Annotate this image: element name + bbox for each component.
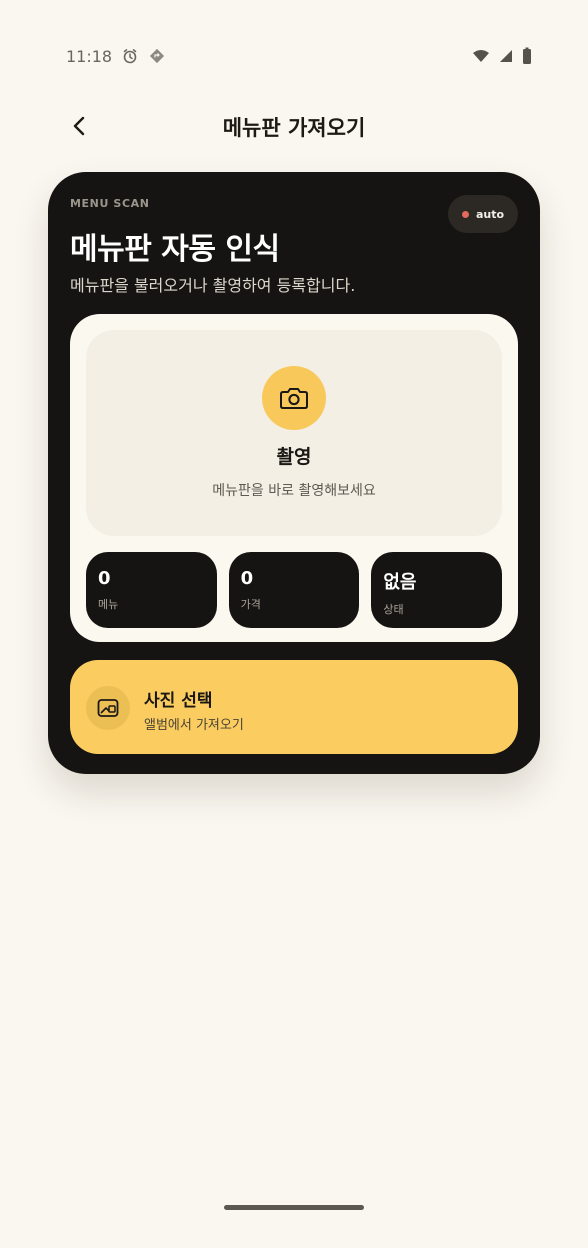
page-title: 메뉴판 가져오기 <box>222 116 366 140</box>
capture-label: 촬영 <box>276 446 312 468</box>
stat-price-count: 0 가격 <box>228 552 360 628</box>
auto-badge-label: auto <box>475 207 505 221</box>
screen: 11:18 메뉴판 가져오기 MENU SCAN auto 메뉴판 자동 인식 … <box>0 0 588 1248</box>
camera-badge <box>262 366 326 430</box>
battery-icon <box>522 47 532 65</box>
status-bar: 11:18 <box>0 36 588 76</box>
stat-value: 0 <box>240 568 254 589</box>
home-indicator[interactable] <box>224 1205 364 1210</box>
status-time: 11:18 <box>66 46 113 66</box>
gallery-badge <box>86 686 130 730</box>
auto-badge: auto <box>448 195 518 233</box>
stat-label: 가격 <box>240 598 261 611</box>
capture-button[interactable]: 촬영 메뉴판을 바로 촬영해보세요 <box>86 330 502 536</box>
capture-hint: 메뉴판을 바로 촬영해보세요 <box>212 483 376 499</box>
status-dot-icon <box>461 210 469 218</box>
card-eyebrow: MENU SCAN <box>70 197 150 210</box>
camera-icon <box>280 388 308 409</box>
alarm-icon <box>122 48 138 64</box>
wifi-icon <box>472 48 490 64</box>
gallery-icon <box>97 699 119 717</box>
stat-label: 상태 <box>383 603 404 616</box>
app-bar: 메뉴판 가져오기 <box>0 100 588 152</box>
scan-panel: 촬영 메뉴판을 바로 촬영해보세요 0 메뉴 0 가격 없음 상태 <box>70 314 518 642</box>
card-title: 메뉴판 자동 인식 <box>70 232 280 267</box>
stats-row: 0 메뉴 0 가격 없음 상태 <box>86 552 503 628</box>
photo-select-subtitle: 앨범에서 가져오기 <box>144 718 244 733</box>
location-diamond-icon <box>148 47 166 65</box>
stat-value: 없음 <box>383 572 417 593</box>
stat-label: 메뉴 <box>98 598 119 611</box>
card-subtitle: 메뉴판을 불러오거나 촬영하여 등록합니다. <box>70 276 356 295</box>
photo-select-title: 사진 선택 <box>144 691 213 711</box>
status-left: 11:18 <box>66 47 166 66</box>
photo-select-button[interactable]: 사진 선택 앨범에서 가져오기 <box>70 660 518 754</box>
status-right <box>472 47 532 65</box>
stat-menu-count: 0 메뉴 <box>86 552 217 628</box>
signal-icon <box>498 48 514 64</box>
menu-scan-card: MENU SCAN auto 메뉴판 자동 인식 메뉴판을 불러오거나 촬영하여… <box>48 172 540 774</box>
stat-value: 0 <box>98 568 111 589</box>
stat-status: 없음 상태 <box>371 552 503 628</box>
